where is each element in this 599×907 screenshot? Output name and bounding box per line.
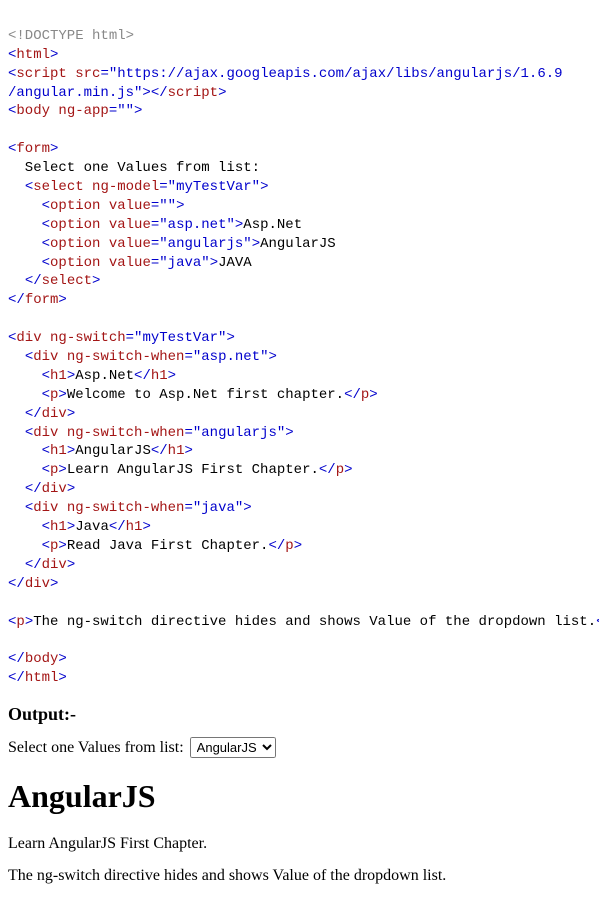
values-dropdown[interactable]: Asp.NetAngularJSJAVA xyxy=(190,737,276,758)
doctype-line: <!DOCTYPE html> xyxy=(8,28,134,44)
output-select-row: Select one Values from list: Asp.NetAngu… xyxy=(8,737,591,758)
output-paragraph-1: Learn AngularJS First Chapter. xyxy=(8,835,591,853)
output-section: Output:- Select one Values from list: As… xyxy=(8,704,591,885)
code-block: <!DOCTYPE html> <html> <script src="http… xyxy=(8,8,591,688)
output-heading: AngularJS xyxy=(8,778,591,815)
output-label: Output:- xyxy=(8,704,591,725)
select-label: Select one Values from list: xyxy=(8,739,184,757)
output-paragraph-2: The ng-switch directive hides and shows … xyxy=(8,867,591,885)
